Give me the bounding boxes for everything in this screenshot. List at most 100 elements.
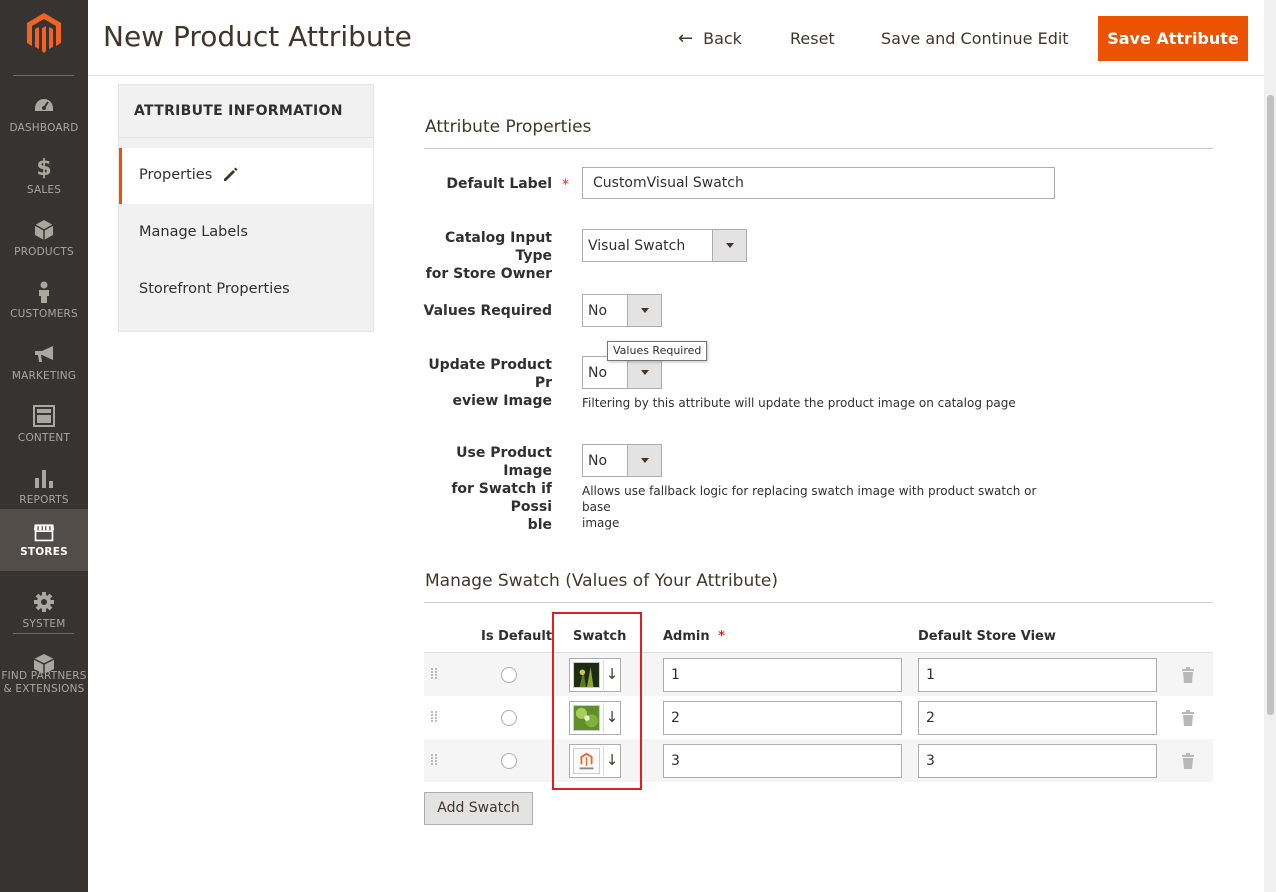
nav-system[interactable]: SYSTEM [0, 583, 88, 645]
reset-button[interactable]: Reset [790, 16, 835, 61]
use-product-image-note: Allows use fallback logic for replacing … [582, 483, 1042, 531]
values-required-label: Values Required [423, 303, 552, 319]
input-type-label: Catalog Input Type for Store Owner [412, 229, 552, 283]
chevron-down-icon [627, 295, 661, 326]
logo-divider [13, 75, 74, 76]
update-preview-label-line2: eview Image [452, 393, 552, 409]
nav-customers[interactable]: CUSTOMERS [0, 273, 88, 335]
dashboard-icon [33, 95, 55, 117]
arrow-left-icon: ← [678, 28, 694, 49]
tabs-title: ATTRIBUTE INFORMATION [134, 103, 343, 119]
nav-marketing[interactable]: MARKETING [0, 335, 88, 397]
magento-logo[interactable] [25, 12, 63, 54]
scrollbar-thumb[interactable] [1267, 95, 1274, 715]
input-type-select[interactable]: Visual Swatch [582, 229, 747, 262]
default-label-label: Default Label [446, 176, 552, 192]
nav-label: FIND PARTNERS [1, 670, 87, 682]
trash-icon[interactable] [1181, 753, 1195, 769]
nav-label: STORES [20, 546, 68, 558]
store-view-value-input[interactable]: 1 [918, 658, 1157, 692]
swatch-row: ↓ 1 1 [424, 653, 1213, 696]
use-product-image-note-line1: Allows use fallback logic for replacing … [582, 484, 1037, 514]
update-preview-note: Filtering by this attribute will update … [582, 396, 1016, 410]
nav-content[interactable]: CONTENT [0, 397, 88, 459]
save-and-continue-button[interactable]: Save and Continue Edit [881, 16, 1069, 61]
select-value: Visual Swatch [588, 238, 686, 254]
store-view-value-input[interactable]: 2 [918, 701, 1157, 735]
drag-handle-icon[interactable] [430, 710, 440, 724]
chevron-down-icon [712, 230, 746, 261]
tab-label: Properties [139, 167, 213, 183]
chevron-down-icon [627, 445, 661, 476]
use-product-image-label-line2: for Swatch if Possi [451, 481, 552, 515]
nav-label: MARKETING [11, 370, 77, 382]
swatch-row: ↓ 2 2 [424, 696, 1213, 739]
is-default-radio[interactable] [501, 753, 517, 769]
person-icon [33, 281, 55, 303]
page-title: New Product Attribute [103, 20, 412, 53]
admin-value-input[interactable]: 2 [663, 701, 902, 735]
column-header-is-default: Is Default [481, 629, 553, 644]
column-header-admin-label: Admin [663, 629, 710, 644]
nav-stores[interactable]: STORES [0, 509, 88, 571]
drag-handle-icon[interactable] [430, 753, 440, 767]
pencil-icon [224, 167, 238, 181]
trash-icon[interactable] [1181, 710, 1195, 726]
save-attribute-button[interactable]: Save Attribute [1098, 16, 1248, 61]
page-scrollbar[interactable] [1264, 0, 1276, 892]
trash-icon[interactable] [1181, 667, 1195, 683]
use-product-image-label: Use Product Image for Swatch if Possi bl… [412, 444, 552, 534]
values-required-tooltip: Values Required [607, 341, 708, 361]
update-preview-label: Update Product Pr eview Image [412, 356, 552, 410]
nav-products[interactable]: PRODUCTS [0, 211, 88, 273]
store-icon [33, 521, 55, 543]
store-view-value-input[interactable]: 3 [918, 744, 1157, 778]
nav-label: SYSTEM [22, 618, 66, 630]
section-divider [424, 148, 1213, 149]
nav-divider [13, 633, 74, 634]
tab-properties[interactable]: Properties [119, 148, 373, 204]
nav-label: SALES [26, 184, 62, 196]
drag-handle-icon[interactable] [430, 667, 440, 681]
tabs-divider [119, 137, 373, 138]
nav-dashboard[interactable]: DASHBOARD [0, 87, 88, 149]
use-product-image-label-line3: ble [527, 517, 552, 533]
use-product-image-select[interactable]: No [582, 444, 662, 477]
admin-sidebar: DASHBOARD $ SALES PRODUCTS CUSTOMERS MAR… [0, 0, 88, 892]
add-swatch-button[interactable]: Add Swatch [424, 792, 533, 825]
tab-storefront-properties[interactable]: Storefront Properties [119, 262, 373, 318]
tab-manage-labels[interactable]: Manage Labels [119, 205, 373, 261]
section-title-properties: Attribute Properties [425, 117, 592, 137]
attribute-tabs: ATTRIBUTE INFORMATION Properties Manage … [118, 84, 374, 332]
nav-label: CUSTOMERS [10, 308, 78, 320]
section-divider [424, 602, 1213, 603]
is-default-radio[interactable] [501, 710, 517, 726]
is-default-radio[interactable] [501, 667, 517, 683]
nav-sales[interactable]: $ SALES [0, 149, 88, 211]
nav-label: REPORTS [19, 494, 69, 506]
nav-find-partners[interactable]: FIND PARTNERS & EXTENSIONS [0, 645, 88, 703]
swatch-column-highlight [552, 612, 642, 790]
tab-label: Storefront Properties [139, 281, 290, 297]
section-title-swatches: Manage Swatch (Values of Your Attribute) [425, 571, 778, 591]
default-label-input[interactable]: CustomVisual Swatch [582, 167, 1055, 199]
back-button[interactable]: ← Back [678, 16, 742, 61]
nav-label: CONTENT [17, 432, 71, 444]
content-icon [33, 405, 55, 427]
column-header-admin: Admin * [663, 629, 725, 644]
back-label: Back [703, 29, 742, 48]
dollar-icon: $ [36, 155, 52, 181]
admin-value-input[interactable]: 3 [663, 744, 902, 778]
tab-label: Manage Labels [139, 224, 248, 240]
required-star: * [718, 629, 725, 644]
column-header-store-view: Default Store View [918, 629, 1056, 644]
input-type-label-line1: Catalog Input Type [444, 230, 552, 264]
values-required-select[interactable]: No [582, 294, 662, 327]
select-value: No [588, 365, 608, 381]
chevron-down-icon [627, 357, 661, 388]
admin-value-input[interactable]: 1 [663, 658, 902, 692]
gear-icon [33, 591, 55, 613]
nav-label: PRODUCTS [14, 246, 74, 258]
use-product-image-label-line1: Use Product Image [456, 445, 552, 479]
nav-label-line2: & EXTENSIONS [3, 683, 85, 695]
